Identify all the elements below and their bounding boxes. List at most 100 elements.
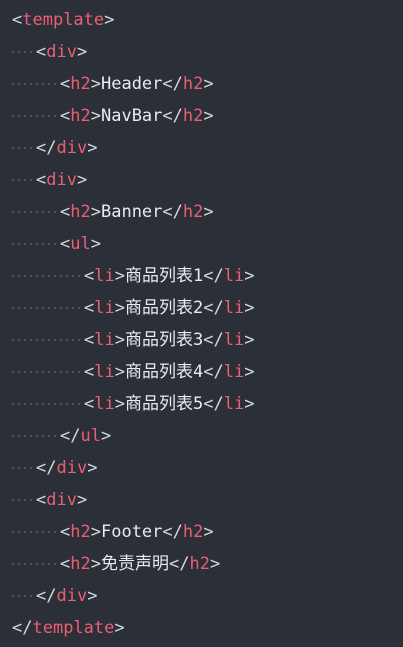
indent-dot <box>12 403 14 405</box>
indent-dot <box>24 371 26 373</box>
code-line[interactable]: <li>商品列表4</li> <box>0 356 403 388</box>
indent-dot <box>12 211 14 213</box>
code-line-content: <div> <box>36 484 87 516</box>
indent-dot <box>24 179 26 181</box>
code-line[interactable]: <ul> <box>0 228 403 260</box>
tag-bracket: > <box>90 202 101 222</box>
tag-bracket: > <box>76 490 88 510</box>
indent-dot <box>48 531 50 533</box>
indent-dot <box>12 499 14 501</box>
indent-dot <box>18 531 20 533</box>
tag-name: li <box>223 266 245 286</box>
indent-dot <box>18 339 20 341</box>
indent-dot <box>60 371 62 373</box>
tag-bracket: </ <box>162 106 183 126</box>
tag-bracket: < <box>12 10 23 30</box>
tag-bracket: > <box>244 266 255 286</box>
indent-dot <box>30 595 32 597</box>
indent-dot <box>60 275 62 277</box>
tag-name: h2 <box>70 554 91 574</box>
code-line[interactable]: <div> <box>0 36 403 68</box>
tag-bracket: > <box>114 330 125 350</box>
indent-dot <box>42 339 44 341</box>
code-line[interactable]: </template> <box>0 612 403 644</box>
indent-dot <box>12 51 14 53</box>
indent-dot <box>54 115 56 117</box>
indent-dot <box>42 563 44 565</box>
tag-name: ul <box>80 426 101 446</box>
indent-dot <box>66 403 68 405</box>
indent-dot <box>66 275 68 277</box>
code-line[interactable]: <div> <box>0 164 403 196</box>
indent-dot <box>18 499 20 501</box>
indent-dot <box>12 179 14 181</box>
indent-dot <box>18 467 20 469</box>
code-line[interactable]: </div> <box>0 132 403 164</box>
indent-dot <box>30 403 32 405</box>
tag-bracket: < <box>60 106 71 126</box>
indent-dot <box>18 51 20 53</box>
indent-dot <box>72 339 74 341</box>
tag-bracket: </ <box>203 362 224 382</box>
indent-dot <box>54 531 56 533</box>
indent-dot <box>12 307 14 309</box>
indent-dot <box>66 339 68 341</box>
text-content: 免责声明 <box>100 554 169 574</box>
indent-dot <box>12 243 14 245</box>
code-line[interactable]: <h2>Footer</h2> <box>0 516 403 548</box>
tag-bracket: </ <box>12 618 33 638</box>
indent-dot <box>30 435 32 437</box>
tag-bracket: < <box>36 490 47 510</box>
indent-dot <box>30 307 32 309</box>
indent-dot <box>36 275 38 277</box>
code-line[interactable]: </div> <box>0 580 403 612</box>
indent-dot <box>54 435 56 437</box>
tag-bracket: > <box>90 554 101 574</box>
tag-bracket: > <box>203 202 214 222</box>
code-line[interactable]: <h2>Header</h2> <box>0 68 403 100</box>
tag-name: h2 <box>189 554 210 574</box>
indent-dot <box>48 435 50 437</box>
tag-name: li <box>223 298 245 318</box>
text-content: Banner <box>100 202 163 222</box>
code-line[interactable]: <template> <box>0 4 403 36</box>
indent-dot <box>54 403 56 405</box>
indent-dot <box>12 531 14 533</box>
tag-bracket: </ <box>203 266 224 286</box>
tag-name: template <box>22 10 105 30</box>
indent-dot <box>72 307 74 309</box>
code-line[interactable]: <div> <box>0 484 403 516</box>
code-line[interactable]: <h2>NavBar</h2> <box>0 100 403 132</box>
indent-dot <box>42 115 44 117</box>
code-line-content: <h2>NavBar</h2> <box>60 100 214 132</box>
tag-bracket: > <box>114 298 125 318</box>
indent-dot <box>48 371 50 373</box>
tag-name: div <box>46 42 77 62</box>
tag-bracket: > <box>76 170 88 190</box>
indent-dot <box>42 435 44 437</box>
tag-name: li <box>223 362 245 382</box>
indent-dot <box>18 435 20 437</box>
indent-dot <box>18 243 20 245</box>
indent-dot <box>54 243 56 245</box>
code-line[interactable]: <h2>Banner</h2> <box>0 196 403 228</box>
indent-dot <box>12 339 14 341</box>
tag-bracket: </ <box>168 554 190 574</box>
code-line[interactable]: </ul> <box>0 420 403 452</box>
code-line[interactable]: <li>商品列表1</li> <box>0 260 403 292</box>
tag-bracket: </ <box>203 394 224 414</box>
tag-name: div <box>56 586 88 606</box>
code-line[interactable]: </div> <box>0 452 403 484</box>
code-line[interactable]: <li>商品列表3</li> <box>0 324 403 356</box>
tag-bracket: < <box>84 298 95 318</box>
code-line[interactable]: <li>商品列表2</li> <box>0 292 403 324</box>
code-line[interactable]: <h2>免责声明</h2> <box>0 548 403 580</box>
indent-dot <box>30 339 32 341</box>
code-line[interactable]: <li>商品列表5</li> <box>0 388 403 420</box>
indent-dot <box>42 531 44 533</box>
indent-dot <box>24 307 26 309</box>
code-editor[interactable]: <template> <div> <h2>Header</h2> <h2>NavBar… <box>0 0 403 647</box>
indent-dot <box>30 147 32 149</box>
indent-dot <box>36 211 38 213</box>
tag-bracket: > <box>87 458 98 478</box>
